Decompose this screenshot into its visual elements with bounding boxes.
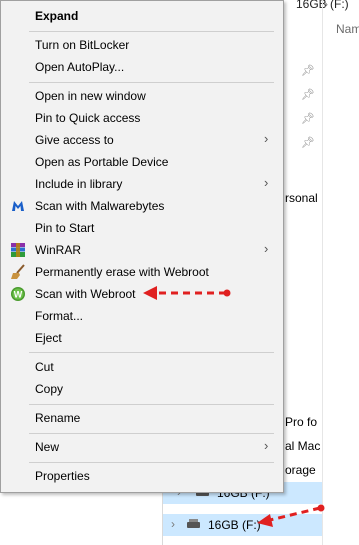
menu-separator [29,31,274,32]
menu-item-label: Pin to Quick access [35,111,141,125]
pin-icon: 📌︎ [301,137,315,149]
nav-item-drive-selected[interactable]: › 16GB (F:) [163,514,322,536]
webroot-erase-icon [10,264,26,280]
menu-item-label: Permanently erase with Webroot [35,265,209,279]
menu-separator [29,82,274,83]
menu-item-label: Open in new window [35,89,146,103]
menu-item-label: New [35,440,60,454]
menu-item-label: Open as Portable Device [35,155,169,169]
menu-item-label: Scan with Webroot [35,287,136,301]
menu-item-pin-to-start[interactable]: Pin to Start [1,217,283,239]
menu-item-format[interactable]: Format... [1,305,283,327]
winrar-icon [10,242,26,258]
nav-item-partial[interactable]: orage [285,463,316,477]
menu-item-open-autoplay[interactable]: Open AutoPlay... [1,56,283,78]
menu-item-new[interactable]: New › [1,436,283,458]
menu-item-label: Include in library [35,177,123,191]
menu-item-label: Give access to [35,133,114,147]
menu-separator [29,462,274,463]
menu-item-permanently-erase-with-webroot[interactable]: Permanently erase with Webroot [1,261,283,283]
menu-item-rename[interactable]: Rename [1,407,283,429]
menu-item-eject[interactable]: Eject [1,327,283,349]
column-header-name[interactable]: Nam [336,22,359,36]
webroot-icon: W [10,286,26,302]
pin-icon: 📌︎ [301,65,315,77]
menu-item-open-in-new-window[interactable]: Open in new window [1,85,283,107]
menu-item-label: Scan with Malwarebytes [35,199,165,213]
menu-item-turn-on-bitlocker[interactable]: Turn on BitLocker [1,34,283,56]
menu-item-pin-to-quick-access[interactable]: Pin to Quick access [1,107,283,129]
menu-item-copy[interactable]: Copy [1,378,283,400]
chevron-right-icon: › [264,438,269,453]
menu-item-winrar[interactable]: WinRAR › [1,239,283,261]
menu-separator [29,352,274,353]
menu-item-give-access-to[interactable]: Give access to › [1,129,283,151]
menu-item-properties[interactable]: Properties [1,465,283,487]
nav-item-partial[interactable]: Pro fo [285,415,317,429]
menu-item-label: Rename [35,411,81,425]
pane-divider[interactable] [322,0,323,545]
menu-item-label: Open AutoPlay... [35,60,125,74]
menu-item-label: Cut [35,360,54,374]
malwarebytes-icon [10,198,26,214]
nav-item-partial[interactable]: rsonal [285,191,318,205]
chevron-right-icon[interactable]: › [171,517,175,531]
pin-icon: 📌︎ [301,89,315,101]
usb-drive-icon [187,519,200,528]
menu-item-open-as-portable-device[interactable]: Open as Portable Device [1,151,283,173]
menu-item-label: Expand [35,9,79,23]
menu-item-label: WinRAR [35,243,82,257]
drive-label: 16GB (F:) [208,518,261,532]
pin-icon: 📌︎ [301,113,315,125]
chevron-right-icon: › [264,241,269,256]
menu-item-label: Copy [35,382,64,396]
menu-item-scan-with-malwarebytes[interactable]: Scan with Malwarebytes [1,195,283,217]
context-menu: Expand Turn on BitLocker Open AutoPlay..… [0,0,284,493]
menu-item-label: Turn on BitLocker [35,38,130,52]
svg-text:W: W [14,290,23,300]
menu-item-label: Properties [35,469,90,483]
menu-item-scan-with-webroot[interactable]: W Scan with Webroot [1,283,283,305]
menu-separator [29,433,274,434]
menu-item-label: Eject [35,331,62,345]
chevron-right-icon: › [264,131,269,146]
chevron-right-icon: › [264,175,269,190]
nav-item-partial[interactable]: al Mac [285,439,320,453]
menu-item-include-in-library[interactable]: Include in library › [1,173,283,195]
menu-item-label: Format... [35,309,84,323]
menu-separator [29,404,274,405]
menu-item-label: Pin to Start [35,221,95,235]
menu-item-expand[interactable]: Expand [1,5,283,27]
menu-item-cut[interactable]: Cut [1,356,283,378]
